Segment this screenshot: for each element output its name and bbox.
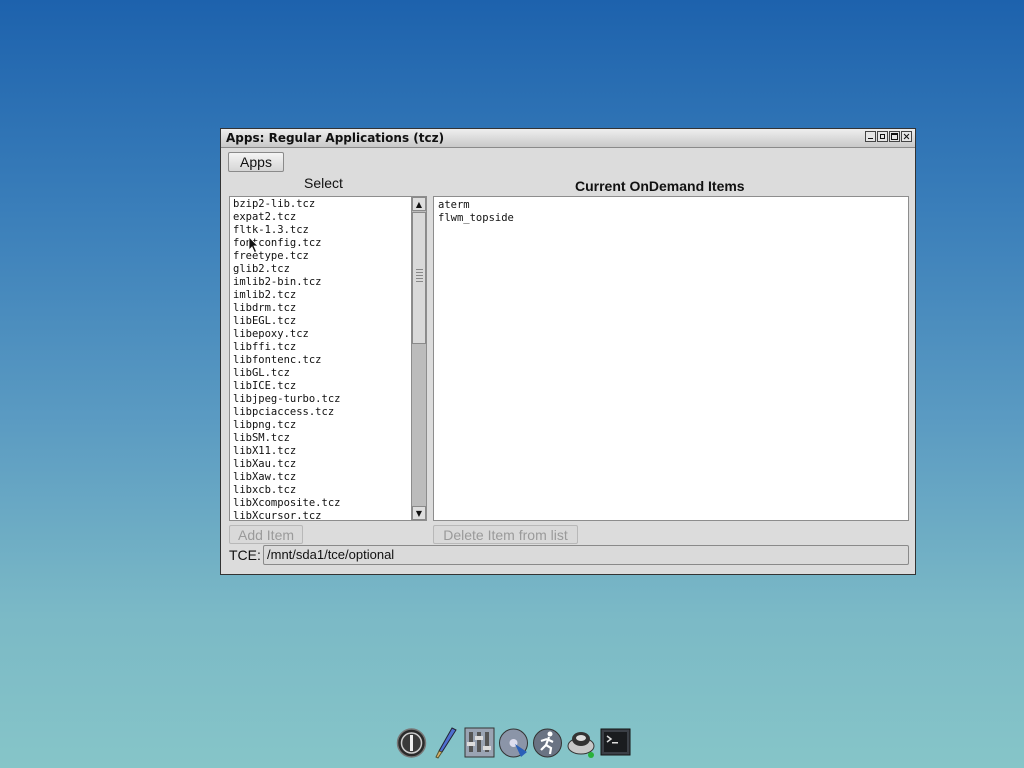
restore-icon[interactable]: [877, 131, 888, 142]
dock: [395, 724, 632, 762]
list-item[interactable]: bzip2-lib.tcz: [233, 198, 340, 211]
ondemand-listbox[interactable]: aterm flwm_topside: [433, 196, 909, 521]
scroll-down-icon[interactable]: ▼: [412, 506, 426, 520]
list-item[interactable]: libXcursor.tcz: [233, 510, 340, 520]
delete-item-button[interactable]: Delete Item from list: [433, 525, 578, 544]
ondemand-item[interactable]: aterm: [438, 199, 514, 212]
list-item[interactable]: libpciaccess.tcz: [233, 406, 340, 419]
list-item[interactable]: libpng.tcz: [233, 419, 340, 432]
minimize-icon[interactable]: [865, 131, 876, 142]
brush-icon[interactable]: [429, 724, 462, 760]
tce-label: TCE:: [229, 547, 261, 563]
mount-icon[interactable]: [497, 724, 530, 760]
add-item-button[interactable]: Add Item: [229, 525, 303, 544]
list-item[interactable]: libffi.tcz: [233, 341, 340, 354]
tce-path-field[interactable]: /mnt/sda1/tce/optional: [263, 545, 909, 565]
list-item[interactable]: libXcomposite.tcz: [233, 497, 340, 510]
list-item[interactable]: libGL.tcz: [233, 367, 340, 380]
scroll-thumb[interactable]: [412, 212, 426, 344]
ondemand-list: aterm flwm_topside: [438, 199, 514, 225]
ondemand-item[interactable]: flwm_topside: [438, 212, 514, 225]
power-icon[interactable]: [395, 724, 428, 760]
list-item[interactable]: imlib2.tcz: [233, 289, 340, 302]
apps-menu-button[interactable]: Apps: [228, 152, 284, 172]
list-item[interactable]: libEGL.tcz: [233, 315, 340, 328]
apps-icon[interactable]: [565, 724, 598, 760]
list-item[interactable]: libjpeg-turbo.tcz: [233, 393, 340, 406]
control-panel-icon[interactable]: [463, 724, 496, 760]
scroll-up-icon[interactable]: ▲: [412, 197, 426, 211]
mouse-pointer-icon: [248, 236, 259, 254]
close-icon[interactable]: [901, 131, 912, 142]
list-item[interactable]: libxcb.tcz: [233, 484, 340, 497]
list-item[interactable]: glib2.tcz: [233, 263, 340, 276]
list-item[interactable]: libXaw.tcz: [233, 471, 340, 484]
title-bar[interactable]: Apps: Regular Applications (tcz): [221, 129, 915, 148]
terminal-icon[interactable]: [599, 724, 632, 760]
select-scrollbar[interactable]: ▲ ▼: [411, 197, 426, 520]
list-item[interactable]: libX11.tcz: [233, 445, 340, 458]
list-item[interactable]: libepoxy.tcz: [233, 328, 340, 341]
list-item[interactable]: libdrm.tcz: [233, 302, 340, 315]
list-item[interactable]: libICE.tcz: [233, 380, 340, 393]
select-label: Select: [304, 175, 343, 191]
list-item[interactable]: imlib2-bin.tcz: [233, 276, 340, 289]
apps-window: Apps: Regular Applications (tcz) Apps Se…: [220, 128, 916, 575]
window-title: Apps: Regular Applications (tcz): [226, 131, 445, 145]
list-item[interactable]: libSM.tcz: [233, 432, 340, 445]
list-item[interactable]: libXau.tcz: [233, 458, 340, 471]
maximize-icon[interactable]: [889, 131, 900, 142]
list-item[interactable]: expat2.tcz: [233, 211, 340, 224]
window-controls: [865, 131, 912, 142]
run-icon[interactable]: [531, 724, 564, 760]
list-item[interactable]: libfontenc.tcz: [233, 354, 340, 367]
current-ondemand-label: Current OnDemand Items: [575, 178, 745, 194]
